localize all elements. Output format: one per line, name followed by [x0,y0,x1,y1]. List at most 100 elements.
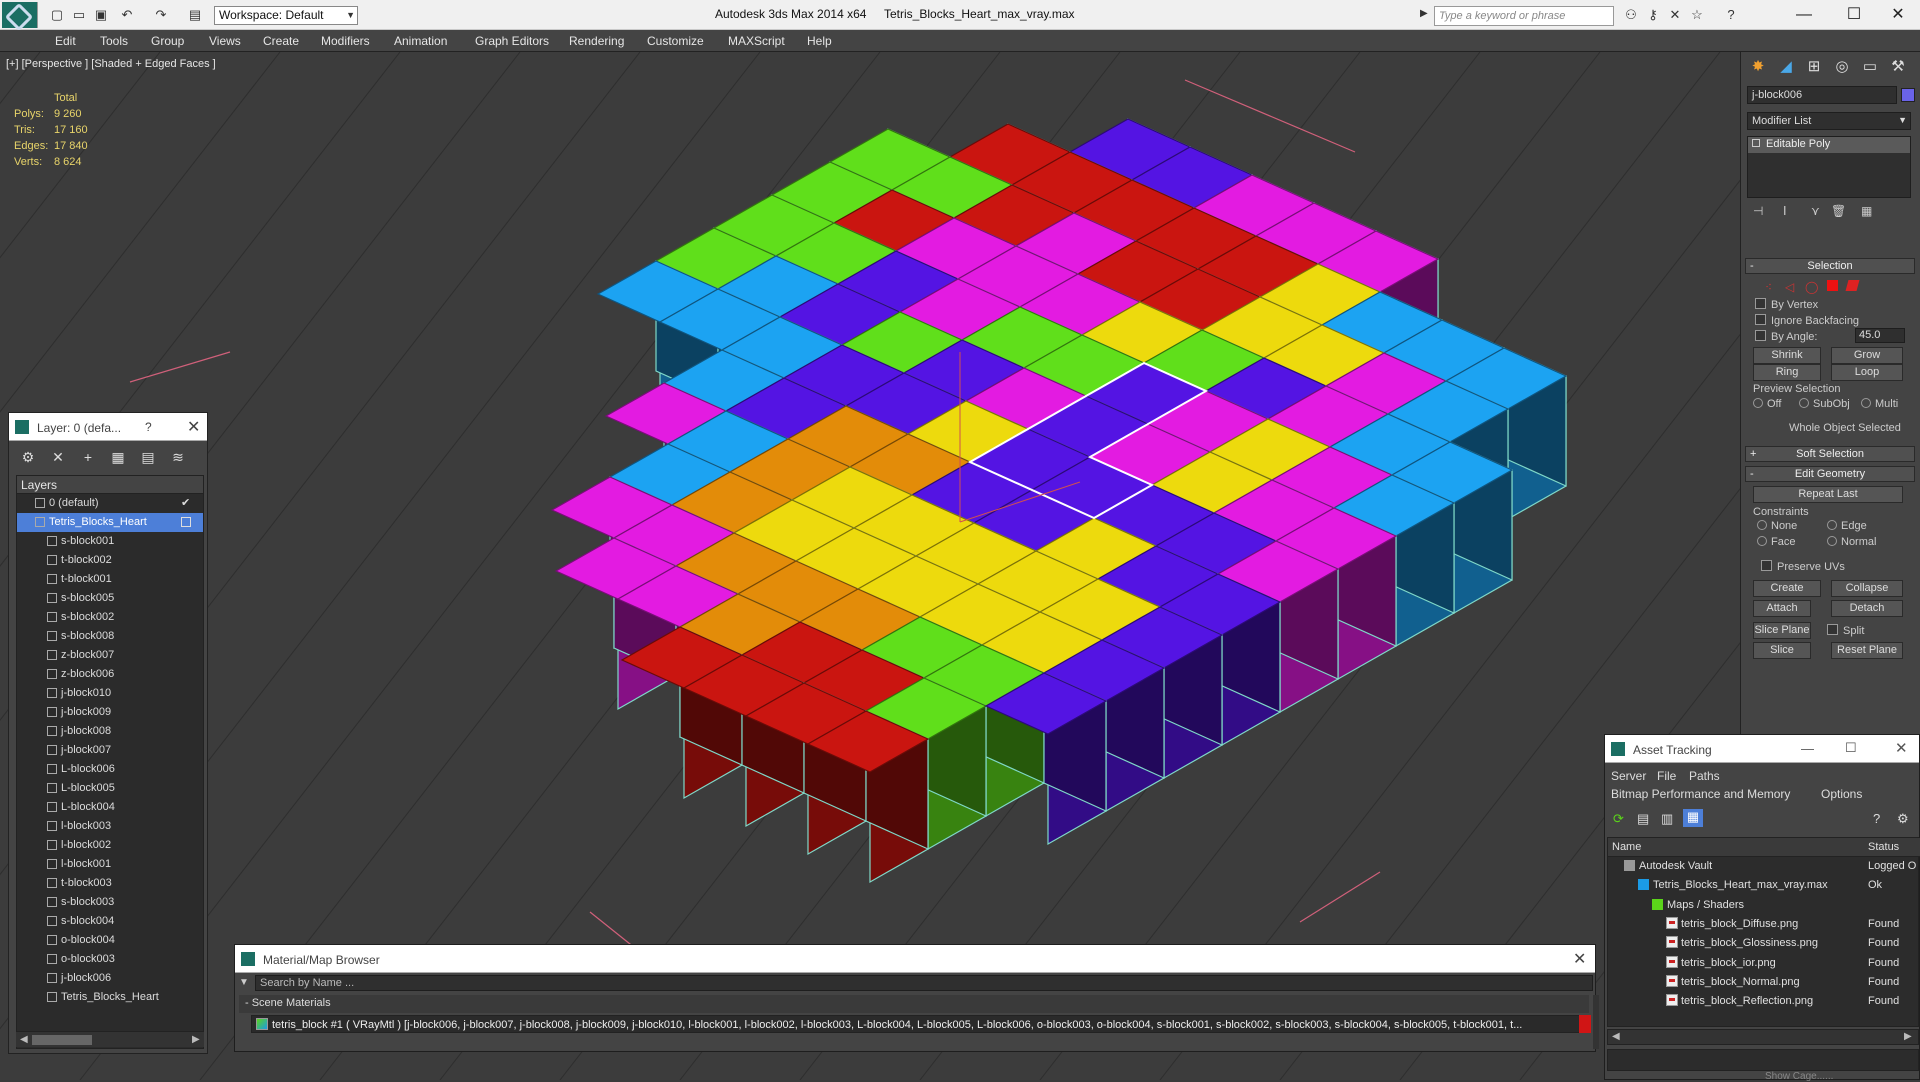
asset-row[interactable]: Tetris_Blocks_Heart_max_vray.max Ok [1608,876,1920,895]
app-logo-icon[interactable] [2,2,38,28]
display-tab-icon[interactable]: ▭ [1857,56,1883,78]
horizontal-scrollbar[interactable]: ◀ ▶ [16,1031,204,1047]
repeat-last-button[interactable]: Repeat Last [1753,486,1903,503]
project-icon[interactable]: ▤ [186,7,204,23]
close-icon[interactable]: ✕ [1895,739,1908,757]
chevron-down-icon[interactable]: ▼ [239,977,249,988]
object-name-field[interactable]: j-block006 [1747,86,1897,104]
menu-help[interactable]: Help [807,34,832,48]
modify-tab-icon[interactable]: ◢ [1773,56,1799,78]
layer-row[interactable]: j-block009 [17,703,203,722]
asset-row[interactable]: Autodesk Vault Logged O [1608,857,1920,876]
add-icon[interactable]: + [77,447,99,467]
reset-plane-button[interactable]: Reset Plane [1831,642,1903,659]
select-objects-icon[interactable]: ▤ [137,447,159,467]
layer-row[interactable]: s-block008 [17,627,203,646]
by-angle-checkbox[interactable]: By Angle: [1755,330,1817,343]
menu-group[interactable]: Group [151,34,184,48]
layer-row[interactable]: o-block003 [17,950,203,969]
ignore-backfacing-checkbox[interactable]: Ignore Backfacing [1755,314,1859,327]
layer-row[interactable]: l-block002 [17,836,203,855]
material-entry[interactable]: tetris_block #1 ( VRayMtl ) [j-block006,… [251,1015,1591,1033]
horizontal-scrollbar[interactable]: ◀ ▶ [1607,1029,1919,1045]
show-end-result-icon[interactable]: Ⅰ [1783,204,1787,218]
layer-panel-header[interactable]: Layer: 0 (defa... ? ✕ [9,413,207,441]
utilities-tab-icon[interactable]: ⚒ [1885,56,1911,78]
ring-button[interactable]: Ring [1753,364,1821,381]
asset-row[interactable]: tetris_block_ior.png Found [1608,954,1920,973]
asset-row[interactable]: tetris_block_Diffuse.png Found [1608,915,1920,934]
material-browser-header[interactable]: Material/Map Browser ✕ [235,945,1595,973]
search-input[interactable]: Type a keyword or phrase [1434,6,1614,26]
layer-row[interactable]: j-block007 [17,741,203,760]
border-mode-icon[interactable]: ◯ [1805,280,1818,294]
new-file-icon[interactable]: ▢ [48,7,66,23]
layer-row[interactable]: s-block003 [17,893,203,912]
workspace-dropdown[interactable]: Workspace: Default ▼ [214,6,358,25]
asset-tracking-header[interactable]: Asset Tracking — ☐ ✕ [1605,735,1919,763]
maximize-button[interactable]: ☐ [1834,4,1874,26]
menu-animation[interactable]: Animation [394,34,447,48]
selection-rollout[interactable]: - Selection [1745,258,1915,274]
scroll-right-icon[interactable]: ▶ [192,1034,200,1045]
scroll-thumb[interactable] [32,1035,92,1045]
shrink-button[interactable]: Shrink [1753,347,1821,364]
configure-sets-icon[interactable]: ▦ [1861,204,1872,218]
split-checkbox[interactable]: Split [1827,624,1864,637]
help-icon[interactable]: ? [1873,811,1880,826]
menu-modifiers[interactable]: Modifiers [321,34,370,48]
create-tab-icon[interactable]: ✸ [1745,56,1771,78]
viewport-label[interactable]: [+] [Perspective ] [Shaded + Edged Faces… [6,58,216,70]
make-unique-icon[interactable]: ⋎ [1811,204,1820,218]
menu-rendering[interactable]: Rendering [569,34,624,48]
menu-bitmap-performance[interactable]: Bitmap Performance and Memory [1611,787,1790,801]
grow-button[interactable]: Grow [1831,347,1903,364]
layer-row[interactable]: l-block001 [17,855,203,874]
redo-icon[interactable]: ↷ [152,7,170,23]
slice-plane-button[interactable]: Slice Plane [1753,622,1811,639]
menu-create[interactable]: Create [263,34,299,48]
remove-modifier-icon[interactable]: 🗑 [1831,204,1846,218]
menu-options[interactable]: Options [1821,787,1862,801]
highlight-icon[interactable]: ≋ [167,447,189,467]
layer-row[interactable]: t-block002 [17,551,203,570]
layer-row[interactable]: z-block007 [17,646,203,665]
close-icon[interactable]: ✕ [187,417,200,437]
hierarchy-tab-icon[interactable]: ⊞ [1801,56,1827,78]
modifier-stack-item[interactable]: Editable Poly [1748,137,1910,153]
edit-geometry-rollout[interactable]: - Edit Geometry [1745,466,1915,482]
constraint-face-radio[interactable]: Face [1757,536,1795,548]
asset-row[interactable]: tetris_block_Normal.png Found [1608,973,1920,992]
perspective-viewport[interactable]: [+] [Perspective ] [Shaded + Edged Faces… [0,52,1740,1080]
detach-button[interactable]: Detach [1831,600,1903,617]
undo-icon[interactable]: ↶ [118,7,136,23]
close-button[interactable]: ✕ [1878,4,1918,26]
menu-customize[interactable]: Customize [647,34,704,48]
grid-view-icon[interactable]: ▦ [1683,809,1703,827]
asset-row[interactable]: tetris_block_Reflection.png Found [1608,992,1920,1011]
layer-row[interactable]: s-block004 [17,912,203,931]
element-mode-icon[interactable] [1845,280,1860,291]
star-icon[interactable]: ☆ [1688,7,1706,23]
layer-row[interactable]: s-block001 [17,532,203,551]
asset-row[interactable]: tetris_block_Glossiness.png Found [1608,934,1920,953]
scroll-left-icon[interactable]: ◀ [1612,1031,1620,1042]
minimize-button[interactable]: — [1784,4,1824,26]
layer-row[interactable]: Tetris_Blocks_Heart [17,513,203,532]
open-folder-icon[interactable]: ▭ [70,7,88,23]
close-icon[interactable]: ✕ [1573,949,1586,969]
by-vertex-checkbox[interactable]: By Vertex [1755,298,1818,311]
search-input[interactable]: Search by Name ... [255,975,1593,991]
expand-icon[interactable] [1752,139,1760,147]
layer-row[interactable]: L-block004 [17,798,203,817]
column-name-header[interactable]: Name [1612,838,1641,857]
edge-mode-icon[interactable]: ◁ [1785,280,1794,294]
menu-edit[interactable]: Edit [55,34,76,48]
exchange-icon[interactable]: ✕ [1666,7,1684,23]
delete-icon[interactable]: ✕ [47,447,69,467]
layer-row[interactable]: Tetris_Blocks_Heart [17,988,203,1007]
current-layer-check-icon[interactable]: ✔ [181,494,190,513]
status-path-field[interactable] [1607,1049,1919,1071]
menu-tools[interactable]: Tools [100,34,128,48]
layer-row[interactable]: l-block003 [17,817,203,836]
